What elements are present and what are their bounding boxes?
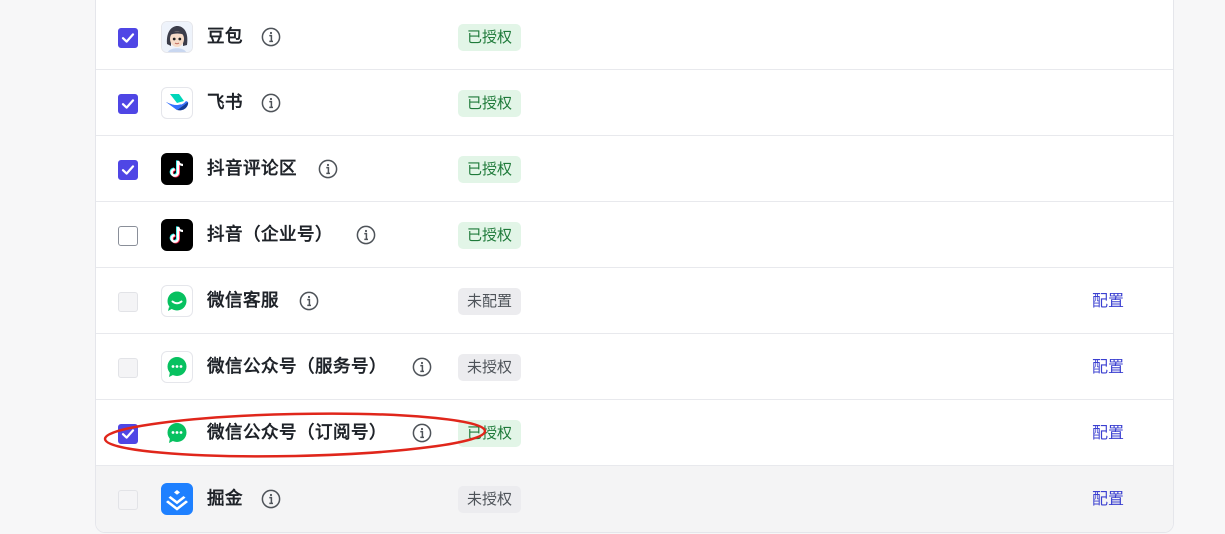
info-icon[interactable] <box>261 93 281 113</box>
channel-row-juejin: 掘金 未授权 配置 <box>96 466 1173 532</box>
status-badge: 已授权 <box>458 222 522 249</box>
channel-row-wechat-subscription: 微信公众号（订阅号） 已授权 配置 <box>96 400 1173 466</box>
feishu-icon <box>161 87 193 119</box>
channel-name: 微信客服 <box>207 291 279 311</box>
configure-link[interactable]: 配置 <box>1092 488 1124 510</box>
channel-checkbox[interactable] <box>118 358 138 378</box>
info-icon[interactable] <box>261 27 281 47</box>
channel-checkbox[interactable] <box>118 292 138 312</box>
channel-checkbox[interactable] <box>118 28 138 48</box>
status-badge: 已授权 <box>458 90 522 117</box>
status-badge: 已授权 <box>458 156 522 183</box>
wechat-icon <box>161 417 193 449</box>
channel-checkbox[interactable] <box>118 424 138 444</box>
channel-name: 豆包 <box>207 27 243 47</box>
status-badge: 已授权 <box>458 24 522 51</box>
info-icon[interactable] <box>412 423 432 443</box>
channel-checkbox[interactable] <box>118 490 138 510</box>
channel-row-douyin-comments: 抖音评论区 已授权 <box>96 136 1173 202</box>
channel-name: 抖音（企业号） <box>207 225 333 245</box>
status-badge: 未配置 <box>458 288 522 315</box>
info-icon[interactable] <box>299 291 319 311</box>
configure-link[interactable]: 配置 <box>1092 356 1124 378</box>
status-badge: 未授权 <box>458 486 522 513</box>
douyin-icon <box>161 153 193 185</box>
channel-checkbox[interactable] <box>118 94 138 114</box>
wechat-icon <box>161 351 193 383</box>
info-icon[interactable] <box>412 357 432 377</box>
channel-name: 飞书 <box>207 93 243 113</box>
info-icon[interactable] <box>261 489 281 509</box>
status-badge: 已授权 <box>458 420 522 447</box>
channel-row-wechat-service: 微信客服 未配置 配置 <box>96 268 1173 334</box>
info-icon[interactable] <box>318 159 338 179</box>
channel-row-doubao: 豆包 已授权 <box>96 4 1173 70</box>
channel-name: 掘金 <box>207 489 243 509</box>
channel-list-card: 豆包 已授权 飞书 已授权 抖音评论区 已授权 抖音（企业号） 已授权 微信客服… <box>95 0 1174 533</box>
configure-link[interactable]: 配置 <box>1092 290 1124 312</box>
channel-checkbox[interactable] <box>118 226 138 246</box>
configure-link[interactable]: 配置 <box>1092 422 1124 444</box>
channel-name: 微信公众号（订阅号） <box>207 423 387 443</box>
status-badge: 未授权 <box>458 354 522 381</box>
channel-row-feishu: 飞书 已授权 <box>96 70 1173 136</box>
channel-name: 微信公众号（服务号） <box>207 357 387 377</box>
juejin-icon <box>161 483 193 515</box>
info-icon[interactable] <box>356 225 376 245</box>
channel-row-douyin-enterprise: 抖音（企业号） 已授权 <box>96 202 1173 268</box>
douyin-icon <box>161 219 193 251</box>
channel-checkbox[interactable] <box>118 160 138 180</box>
wechat-service-icon <box>161 285 193 317</box>
doubao-avatar-icon <box>161 21 193 53</box>
channel-name: 抖音评论区 <box>207 159 297 179</box>
channel-row-wechat-service-account: 微信公众号（服务号） 未授权 配置 <box>96 334 1173 400</box>
